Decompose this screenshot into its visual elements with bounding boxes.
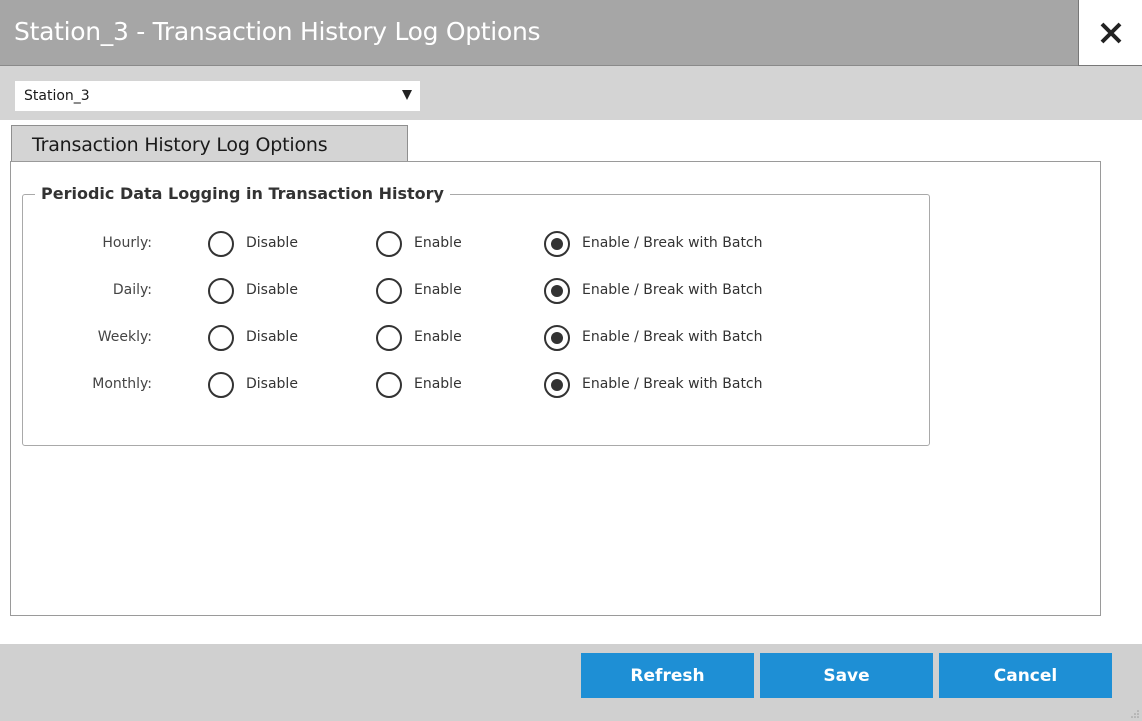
radio-button[interactable] — [376, 231, 402, 257]
tab-transaction-history-log-options[interactable]: Transaction History Log Options — [11, 125, 408, 162]
radio-label[interactable]: Enable — [414, 235, 462, 251]
row-label: Weekly: — [97, 329, 152, 345]
radio-button[interactable] — [544, 325, 570, 351]
station-dropdown-value: Station_3 — [24, 88, 90, 104]
row-label: Hourly: — [102, 235, 152, 251]
radio-button[interactable] — [208, 231, 234, 257]
radio-label[interactable]: Disable — [246, 376, 298, 392]
group-legend: Periodic Data Logging in Transaction His… — [35, 184, 450, 203]
row-label: Monthly: — [92, 376, 152, 392]
row-label: Daily: — [112, 282, 152, 298]
radio-label[interactable]: Enable / Break with Batch — [582, 329, 763, 345]
radio-label[interactable]: Disable — [246, 282, 298, 298]
radio-button[interactable] — [544, 278, 570, 304]
tab-label: Transaction History Log Options — [32, 134, 328, 156]
title-bar: Station_3 - Transaction History Log Opti… — [0, 0, 1142, 66]
radio-label[interactable]: Enable / Break with Batch — [582, 376, 763, 392]
refresh-button[interactable]: Refresh — [581, 653, 754, 698]
radio-label[interactable]: Enable — [414, 376, 462, 392]
radio-button[interactable] — [376, 372, 402, 398]
close-button[interactable] — [1078, 0, 1142, 66]
cancel-button[interactable]: Cancel — [939, 653, 1112, 698]
radio-button[interactable] — [544, 231, 570, 257]
station-dropdown[interactable]: Station_3 — [15, 81, 420, 111]
radio-button[interactable] — [376, 325, 402, 351]
radio-label[interactable]: Enable / Break with Batch — [582, 282, 763, 298]
radio-label[interactable]: Enable / Break with Batch — [582, 235, 763, 251]
close-icon — [1100, 22, 1121, 43]
radio-label[interactable]: Disable — [246, 329, 298, 345]
radio-label[interactable]: Enable — [414, 282, 462, 298]
resize-grip-icon[interactable] — [1130, 709, 1140, 719]
chevron-down-icon — [402, 90, 412, 100]
save-button[interactable]: Save — [760, 653, 933, 698]
radio-button[interactable] — [208, 278, 234, 304]
radio-button[interactable] — [208, 325, 234, 351]
radio-button[interactable] — [544, 372, 570, 398]
window-title: Station_3 - Transaction History Log Opti… — [14, 17, 541, 46]
radio-label[interactable]: Enable — [414, 329, 462, 345]
periodic-logging-group — [22, 194, 930, 446]
radio-label[interactable]: Disable — [246, 235, 298, 251]
radio-button[interactable] — [208, 372, 234, 398]
radio-button[interactable] — [376, 278, 402, 304]
